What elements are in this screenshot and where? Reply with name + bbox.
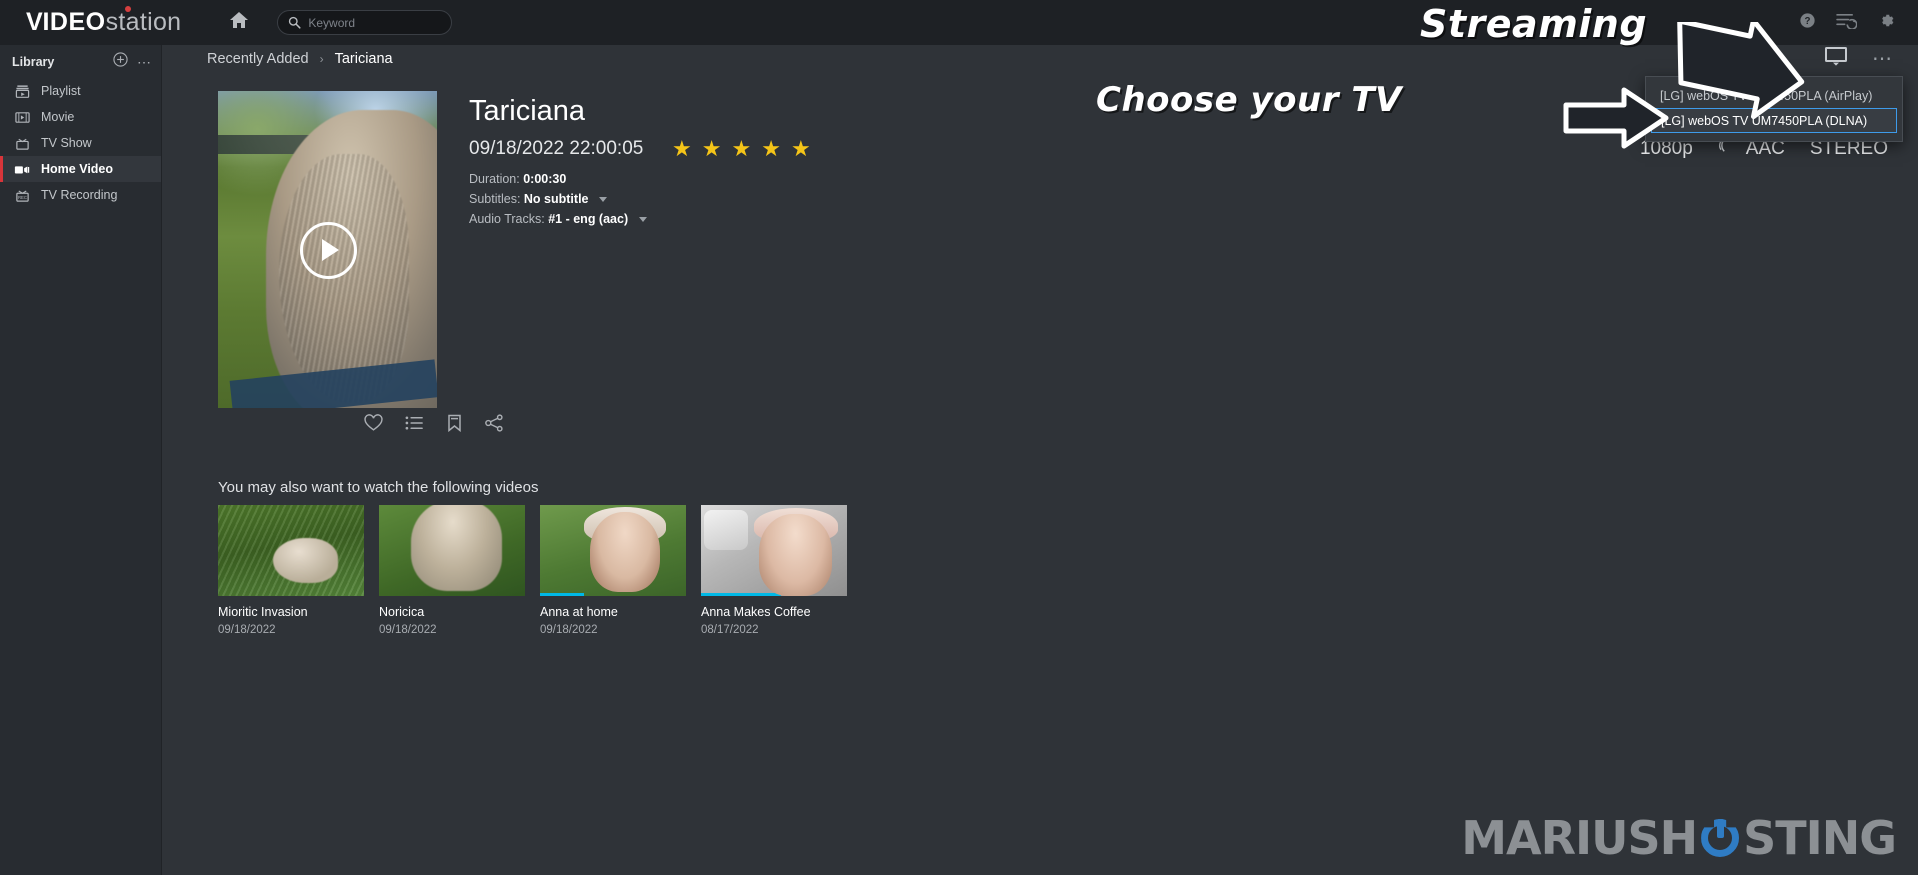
subtitles-label: Subtitles: — [469, 192, 521, 206]
home-video-icon — [14, 162, 30, 177]
subtitles-value[interactable]: No subtitle — [524, 192, 589, 206]
app-logo[interactable]: V IDEO station — [26, 6, 182, 37]
list-item[interactable]: Anna Makes Coffee 08/17/2022 — [701, 505, 847, 636]
annotation-choose-tv: Choose your TV — [1096, 80, 1402, 120]
star-2[interactable]: ★ — [702, 138, 722, 160]
thumbnail-detail — [443, 550, 469, 569]
logo-ideo: IDEO — [42, 8, 106, 36]
app-root: V IDEO station Keyword ? Library ⋯ Playl… — [0, 0, 1918, 875]
play-button[interactable] — [299, 221, 357, 279]
sidebar-item-tv-show[interactable]: TV Show — [0, 130, 161, 156]
sidebar-item-home-video[interactable]: Home Video — [0, 156, 161, 182]
add-to-playlist-icon[interactable] — [405, 414, 424, 437]
search-placeholder: Keyword — [308, 15, 356, 30]
svg-text:REC: REC — [17, 194, 26, 199]
sidebar-item-playlist[interactable]: Playlist — [0, 78, 161, 104]
duration-value: 0:00:30 — [523, 172, 567, 186]
chevron-down-icon[interactable] — [598, 197, 607, 203]
duration-label: Duration: — [469, 172, 520, 186]
sidebar: Library ⋯ Playlist Movie TV Show Home Vi… — [0, 45, 162, 875]
sidebar-item-movie[interactable]: Movie — [0, 104, 161, 130]
sidebar-header: Library ⋯ — [0, 45, 161, 78]
audio-tracks-label: Audio Tracks: — [469, 212, 545, 226]
star-4[interactable]: ★ — [761, 138, 781, 160]
power-stem — [1716, 819, 1724, 838]
sidebar-item-tv-recording[interactable]: REC TV Recording — [0, 182, 161, 208]
play-triangle-icon — [322, 239, 339, 261]
star-1[interactable]: ★ — [672, 138, 692, 160]
sidebar-item-label: Playlist — [41, 84, 81, 98]
subtitles-row: Subtitles: No subtitle — [469, 192, 607, 206]
list-item-title: Noricica — [379, 605, 425, 619]
add-library-button[interactable] — [113, 51, 128, 72]
thumbnail-detail — [583, 506, 666, 544]
watch-progress-bar — [540, 593, 584, 596]
video-poster[interactable] — [218, 91, 437, 408]
breadcrumb-separator: › — [319, 52, 324, 66]
sidebar-item-label: Movie — [41, 110, 75, 124]
audio-tracks-row: Audio Tracks: #1 - eng (aac) — [469, 212, 647, 226]
logo-v: V — [26, 8, 43, 36]
breadcrumb-parent[interactable]: Recently Added — [207, 51, 309, 67]
list-item-title: Anna at home — [540, 605, 618, 619]
tv-recording-icon: REC — [14, 188, 30, 203]
annotation-arrow-choose-tv — [1562, 85, 1672, 156]
thumbnail[interactable] — [540, 505, 686, 596]
watermark-left: MARIUSH — [1461, 811, 1698, 865]
thumbnail[interactable] — [379, 505, 525, 596]
list-item-date: 09/18/2022 — [540, 624, 598, 636]
main-content: Recently Added › Tariciana Tariciana 09/… — [162, 45, 1918, 875]
share-icon[interactable] — [485, 414, 504, 437]
tv-show-icon — [14, 136, 30, 151]
list-item[interactable]: Noricica 09/18/2022 — [379, 505, 525, 636]
list-item-title: Mioritic Invasion — [218, 605, 308, 619]
settings-gear-icon[interactable] — [1877, 11, 1896, 35]
breadcrumb-current: Tariciana — [334, 51, 393, 67]
duration-row: Duration: 0:00:30 — [469, 172, 566, 186]
playlist-icon — [14, 84, 30, 99]
logo-station: station — [105, 8, 182, 36]
favorite-icon[interactable] — [364, 414, 383, 437]
movie-icon — [14, 110, 30, 125]
thumbnail-detail — [753, 507, 839, 543]
search-input[interactable]: Keyword — [277, 10, 453, 35]
watermark: MARIUSH STING — [1461, 811, 1897, 865]
bookmark-icon[interactable] — [446, 414, 463, 437]
power-icon — [1698, 816, 1742, 860]
annotation-arrow-streaming — [1665, 17, 1870, 142]
sidebar-item-label: TV Show — [41, 136, 92, 150]
chevron-down-icon[interactable] — [638, 217, 647, 223]
list-item-date: 09/18/2022 — [379, 624, 437, 636]
watch-progress-bar — [701, 593, 782, 596]
list-item[interactable]: Mioritic Invasion 09/18/2022 — [218, 505, 364, 636]
list-item[interactable]: Anna at home 09/18/2022 — [540, 505, 686, 636]
thumbnail[interactable] — [218, 505, 364, 596]
page-title: Tariciana — [469, 95, 586, 127]
search-icon — [289, 16, 301, 29]
list-item-title: Anna Makes Coffee — [701, 605, 811, 619]
action-bar — [324, 414, 544, 437]
audio-tracks-value[interactable]: #1 - eng (aac) — [548, 212, 628, 226]
related-heading: You may also want to watch the following… — [218, 479, 539, 496]
list-item-date: 08/17/2022 — [701, 624, 759, 636]
star-5[interactable]: ★ — [791, 138, 811, 160]
list-item-date: 09/18/2022 — [218, 624, 276, 636]
sidebar-item-label: Home Video — [41, 162, 114, 176]
video-datetime: 09/18/2022 22:00:05 — [469, 138, 644, 159]
sidebar-title: Library — [12, 54, 55, 69]
thumbnail[interactable] — [701, 505, 847, 596]
home-icon[interactable] — [229, 10, 249, 35]
rating-stars[interactable]: ★ ★ ★ ★ ★ — [672, 138, 811, 160]
library-more-icon[interactable]: ⋯ — [137, 55, 151, 69]
annotation-streaming: Streaming — [1420, 2, 1648, 46]
watermark-right: STING — [1743, 811, 1897, 865]
related-grid: Mioritic Invasion 09/18/2022 Noricica 09… — [218, 505, 847, 636]
more-options-icon[interactable]: ⋯ — [1872, 49, 1894, 69]
thumbnail-detail — [703, 510, 748, 551]
breadcrumb: Recently Added › Tariciana — [207, 51, 393, 67]
sidebar-item-label: TV Recording — [41, 188, 118, 202]
star-3[interactable]: ★ — [731, 138, 751, 160]
